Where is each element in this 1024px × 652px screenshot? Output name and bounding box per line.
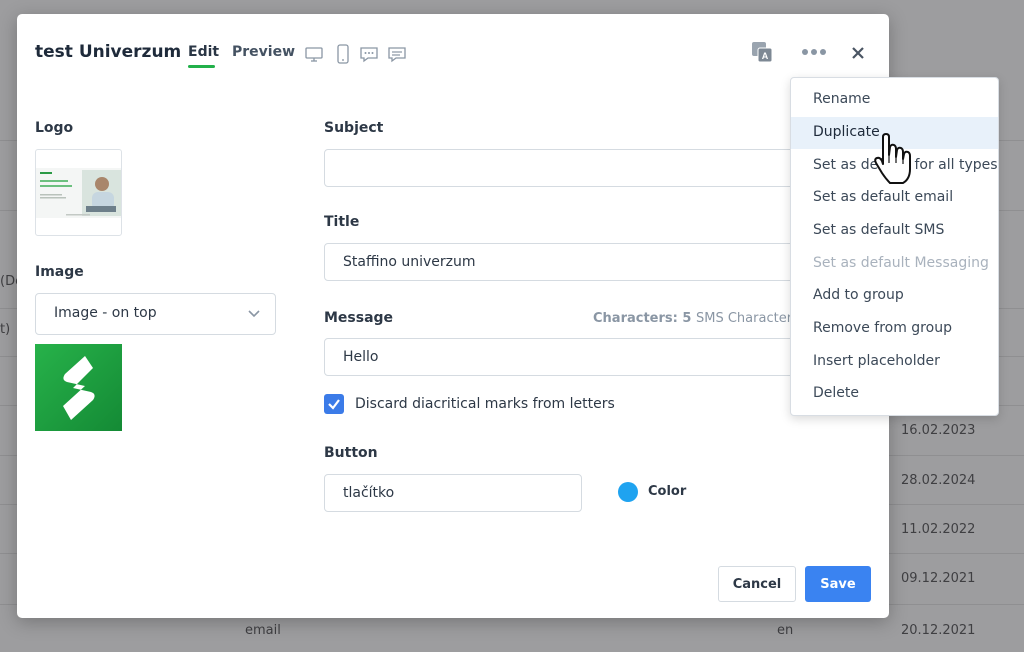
message-icon[interactable]: [387, 44, 407, 64]
chat-bubble-icon[interactable]: [359, 44, 379, 64]
color-label[interactable]: Color: [648, 484, 686, 499]
chevron-down-icon: [248, 310, 260, 318]
sms-characters-count: SMS Character: [696, 311, 793, 326]
active-tab-indicator: [188, 65, 215, 68]
discard-diacritics-checkbox[interactable]: [324, 394, 344, 414]
image-thumbnail[interactable]: [35, 344, 122, 431]
cancel-button[interactable]: Cancel: [718, 566, 796, 602]
menu-item-set-default-sms[interactable]: Set as default SMS: [791, 215, 998, 247]
more-icon[interactable]: [801, 48, 829, 56]
image-position-value: Image - on top: [54, 305, 157, 321]
checkmark-icon: [328, 399, 340, 410]
hand-cursor-icon: [874, 133, 911, 184]
tab-preview[interactable]: Preview: [232, 44, 295, 60]
date-cell: 28.02.2024: [901, 473, 976, 488]
mobile-icon[interactable]: [333, 44, 353, 64]
menu-item-rename[interactable]: Rename: [791, 84, 998, 116]
desktop-icon[interactable]: [304, 44, 324, 64]
language-cell: en: [777, 623, 794, 638]
menu-item-set-default-messaging: Set as default Messaging: [813, 255, 989, 271]
svg-text:A: A: [762, 51, 769, 61]
date-cell: 11.02.2022: [901, 522, 976, 537]
edit-template-modal: test Univerzum Edit Preview A Logo Image…: [17, 14, 889, 618]
image-label: Image: [35, 264, 84, 280]
title-input[interactable]: Staffino univerzum: [324, 243, 802, 281]
button-label: Button: [324, 445, 378, 461]
discard-diacritics-label[interactable]: Discard diacritical marks from letters: [355, 396, 615, 412]
type-cell: email: [245, 623, 281, 638]
tab-edit[interactable]: Edit: [188, 44, 219, 60]
staffino-logo-image: [35, 344, 122, 431]
menu-item-remove-from-group[interactable]: Remove from group: [791, 313, 998, 345]
menu-item-delete[interactable]: Delete: [791, 378, 998, 410]
characters-count: Characters: 5: [593, 311, 692, 326]
menu-item-insert-placeholder[interactable]: Insert placeholder: [791, 346, 998, 378]
edge-fragment: t): [0, 322, 11, 337]
subject-input[interactable]: [324, 149, 802, 187]
date-cell: 20.12.2021: [901, 623, 976, 638]
close-icon[interactable]: [851, 46, 865, 60]
button-text-input[interactable]: tlačítko: [324, 474, 582, 512]
more-actions-menu: Rename Duplicate Set as default for all …: [790, 77, 999, 416]
date-cell: 16.02.2023: [901, 423, 976, 438]
message-input[interactable]: Hello: [324, 338, 802, 376]
color-swatch[interactable]: [618, 482, 638, 502]
date-cell: 09.12.2021: [901, 571, 976, 586]
message-label: Message: [324, 310, 394, 326]
image-position-select[interactable]: Image - on top: [35, 293, 276, 335]
modal-title: test Univerzum: [35, 42, 182, 62]
title-label: Title: [324, 214, 360, 230]
menu-item-add-to-group[interactable]: Add to group: [791, 280, 998, 312]
logo-label: Logo: [35, 120, 74, 136]
logo-preview-image: [36, 168, 121, 218]
logo-thumbnail[interactable]: [35, 149, 122, 236]
translate-icon[interactable]: A: [750, 40, 774, 64]
save-button[interactable]: Save: [805, 566, 871, 602]
subject-label: Subject: [324, 120, 384, 136]
